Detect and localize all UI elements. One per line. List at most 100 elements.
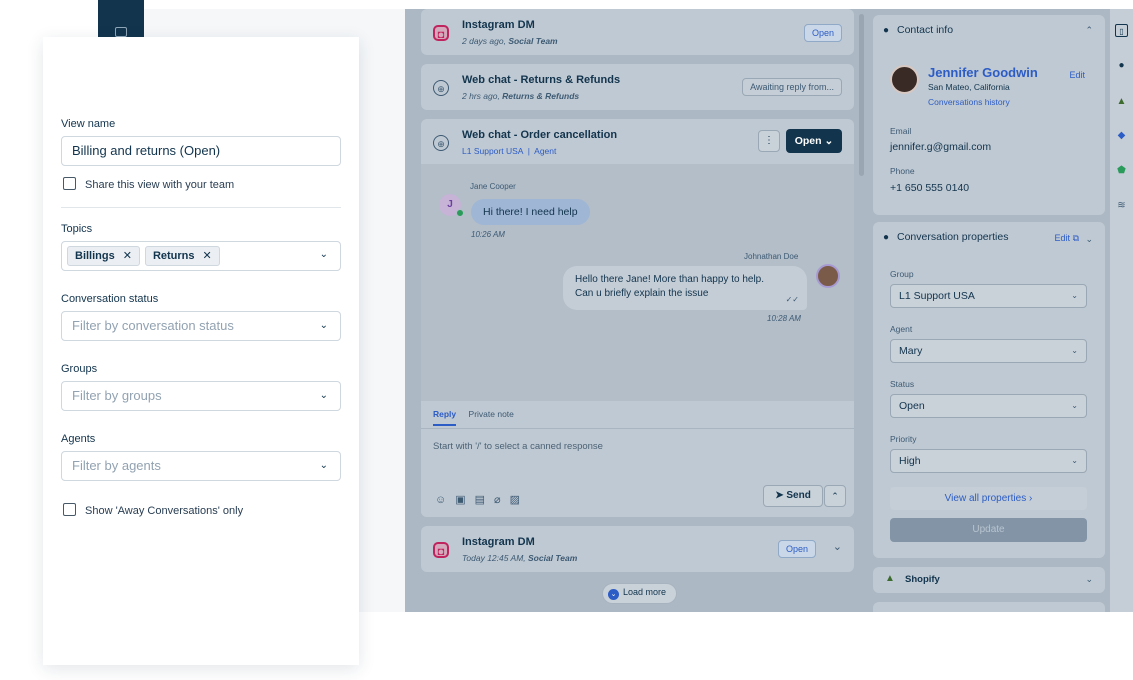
divider <box>61 207 341 208</box>
conversation-subtitle: 2 hrs ago, Returns & Refunds <box>462 91 580 101</box>
status-label: Status <box>890 379 915 389</box>
canned-response-icon[interactable]: ▣ <box>455 494 474 506</box>
chevron-down-icon: ⌄ <box>1071 401 1078 410</box>
view-all-properties-button[interactable]: View all properties › <box>890 487 1087 510</box>
conversation-card[interactable]: ⊕ Web chat - Returns & Refunds 2 hrs ago… <box>421 64 854 110</box>
share-view-checkbox[interactable]: Share this view with your team <box>63 177 234 191</box>
chevron-down-icon: ⌄ <box>1071 346 1078 355</box>
left-nav-bar <box>98 0 144 40</box>
agents-select[interactable]: Filter by agents ⌄ <box>61 451 341 481</box>
edit-properties-link[interactable]: Edit ⧉ <box>1055 233 1079 244</box>
shopify-icon: ▲ <box>885 573 895 584</box>
chevron-down-icon: ⌄ <box>1071 456 1078 465</box>
knowledge-base-icon[interactable]: ▤ <box>475 494 494 506</box>
contact-icon: ● <box>883 25 890 36</box>
avatar <box>890 65 919 94</box>
status-dropdown-button[interactable]: Open ⌄ <box>786 129 842 153</box>
scrollbar[interactable] <box>859 14 864 176</box>
shopify-app-icon[interactable]: ▲ <box>1115 95 1128 108</box>
phone-value: +1 650 555 0140 <box>890 182 970 194</box>
conversation-card[interactable]: ◘ Instagram DM 2 days ago, Social Team O… <box>421 9 854 55</box>
load-more-button[interactable]: ⌄ Load more <box>602 583 678 604</box>
email-value: jennifer.g@gmail.com <box>890 141 992 153</box>
chevron-down-icon: ⌄ <box>1071 291 1078 300</box>
instagram-icon: ◘ <box>433 25 449 41</box>
chevron-down-icon: ⌄ <box>319 390 328 401</box>
agent-select[interactable]: Mary ⌄ <box>890 339 1087 363</box>
away-conversations-checkbox[interactable]: Show 'Away Conversations' only <box>63 503 243 517</box>
priority-label: Priority <box>890 434 917 444</box>
topic-chip: Billings ✕ <box>67 246 140 266</box>
message-bubble: Hello there Jane! More than happy to hel… <box>563 266 807 310</box>
editor-toolbar: ☺▣▤⌀▨ <box>435 493 529 506</box>
conversation-status-select[interactable]: Filter by conversation status ⌄ <box>61 311 341 341</box>
tab-reply[interactable]: Reply <box>433 409 457 426</box>
reply-input[interactable]: Start with '/' to select a canned respon… <box>433 441 603 452</box>
image-icon[interactable]: ▨ <box>510 494 529 506</box>
chevron-down-icon[interactable]: ⌄ <box>833 540 842 553</box>
conversations-history-link[interactable]: Conversations history <box>928 97 1010 107</box>
topics-multiselect[interactable]: Billings ✕ Returns ✕ ⌄ <box>61 241 341 271</box>
contact-info-header[interactable]: ● Contact info <box>883 24 953 36</box>
double-check-icon: ✓✓ <box>785 295 799 304</box>
shopify-card[interactable]: ▲ Shopify ⌄ <box>873 567 1105 593</box>
diamond-app-icon[interactable]: ◆ <box>1115 129 1128 142</box>
panel-toggle-icon[interactable]: ▯ <box>1115 24 1128 37</box>
conversation-title: Web chat - Returns & Refunds <box>462 74 621 86</box>
send-button[interactable]: ➤ Send <box>763 485 823 507</box>
status-select[interactable]: Open ⌄ <box>890 394 1087 418</box>
contact-location: San Mateo, California <box>928 82 1010 92</box>
view-name-input[interactable]: Billing and returns (Open) <box>61 136 341 166</box>
groups-select[interactable]: Filter by groups ⌄ <box>61 381 341 411</box>
conversation-subtitle: 2 days ago, Social Team <box>462 36 558 46</box>
agent-label: Agent <box>890 324 913 334</box>
group-select[interactable]: L1 Support USA ⌄ <box>890 284 1087 308</box>
collapsed-card[interactable] <box>873 602 1105 612</box>
topic-chip: Returns ✕ <box>144 246 220 266</box>
chevron-down-icon[interactable]: ⌄ <box>1085 574 1093 585</box>
close-icon[interactable]: ✕ <box>123 250 132 262</box>
app-top-strip <box>144 0 1133 9</box>
emoji-icon[interactable]: ☺ <box>435 494 455 506</box>
chevron-down-icon[interactable]: ⌄ <box>1085 234 1093 245</box>
conversation-title: Web chat - Order cancellation <box>462 129 618 141</box>
sidebar-toggle-icon[interactable] <box>115 27 127 37</box>
checkbox[interactable] <box>63 503 76 516</box>
globe-icon: ⊕ <box>433 135 449 151</box>
reply-editor: Reply Private note Start with '/' to sel… <box>421 401 854 517</box>
conversation-title: Instagram DM <box>462 536 535 548</box>
conversation-properties-card: ● Conversation properties Edit ⧉ ⌄ Group … <box>873 222 1105 558</box>
globe-icon: ⊕ <box>433 80 449 96</box>
phone-label: Phone <box>890 166 915 176</box>
update-button[interactable]: Update <box>890 518 1087 542</box>
contact-sidebar: ● Contact info ⌃ Jennifer Goodwin Edit Sa… <box>868 9 1110 612</box>
divider <box>421 428 854 429</box>
view-filter-panel: View name Billing and returns (Open) Sha… <box>43 37 359 665</box>
stage: ◘ Instagram DM 2 days ago, Social Team O… <box>0 0 1133 680</box>
status-badge: Open <box>803 24 842 42</box>
conversation-title: Instagram DM <box>462 19 535 31</box>
contact-name[interactable]: Jennifer Goodwin <box>928 65 1038 80</box>
view-name-label: View name <box>61 118 116 130</box>
chat-messages: Jane Cooper J Hi there! I need help 10:2… <box>421 164 854 401</box>
avatar <box>816 264 840 288</box>
group-label: Group <box>890 269 914 279</box>
priority-select[interactable]: High ⌄ <box>890 449 1087 473</box>
conversation-card[interactable]: ◘ Instagram DM Today 12:45 AM, Social Te… <box>421 526 854 572</box>
attachment-icon[interactable]: ⌀ <box>494 494 510 506</box>
send-options-button[interactable]: ⌃ <box>824 485 846 507</box>
sender-name: Jane Cooper <box>470 182 516 191</box>
chevron-up-icon[interactable]: ⌃ <box>1085 25 1093 36</box>
settings-sliders-icon[interactable]: ≋ <box>1115 199 1128 212</box>
edit-contact-link[interactable]: Edit <box>1069 70 1085 80</box>
shield-app-icon[interactable]: ⬟ <box>1115 164 1128 177</box>
contact-app-icon[interactable]: ● <box>1115 59 1128 72</box>
properties-header[interactable]: ● Conversation properties <box>883 231 1008 243</box>
conversation-subtitle: Today 12:45 AM, Social Team <box>462 553 578 563</box>
close-icon[interactable]: ✕ <box>203 250 212 262</box>
tab-private-note[interactable]: Private note <box>469 409 514 419</box>
chevron-down-icon[interactable]: ⌄ <box>320 249 328 260</box>
checkbox[interactable] <box>63 177 76 190</box>
more-options-button[interactable]: ⋮ <box>758 130 780 152</box>
properties-icon: ● <box>883 232 890 243</box>
